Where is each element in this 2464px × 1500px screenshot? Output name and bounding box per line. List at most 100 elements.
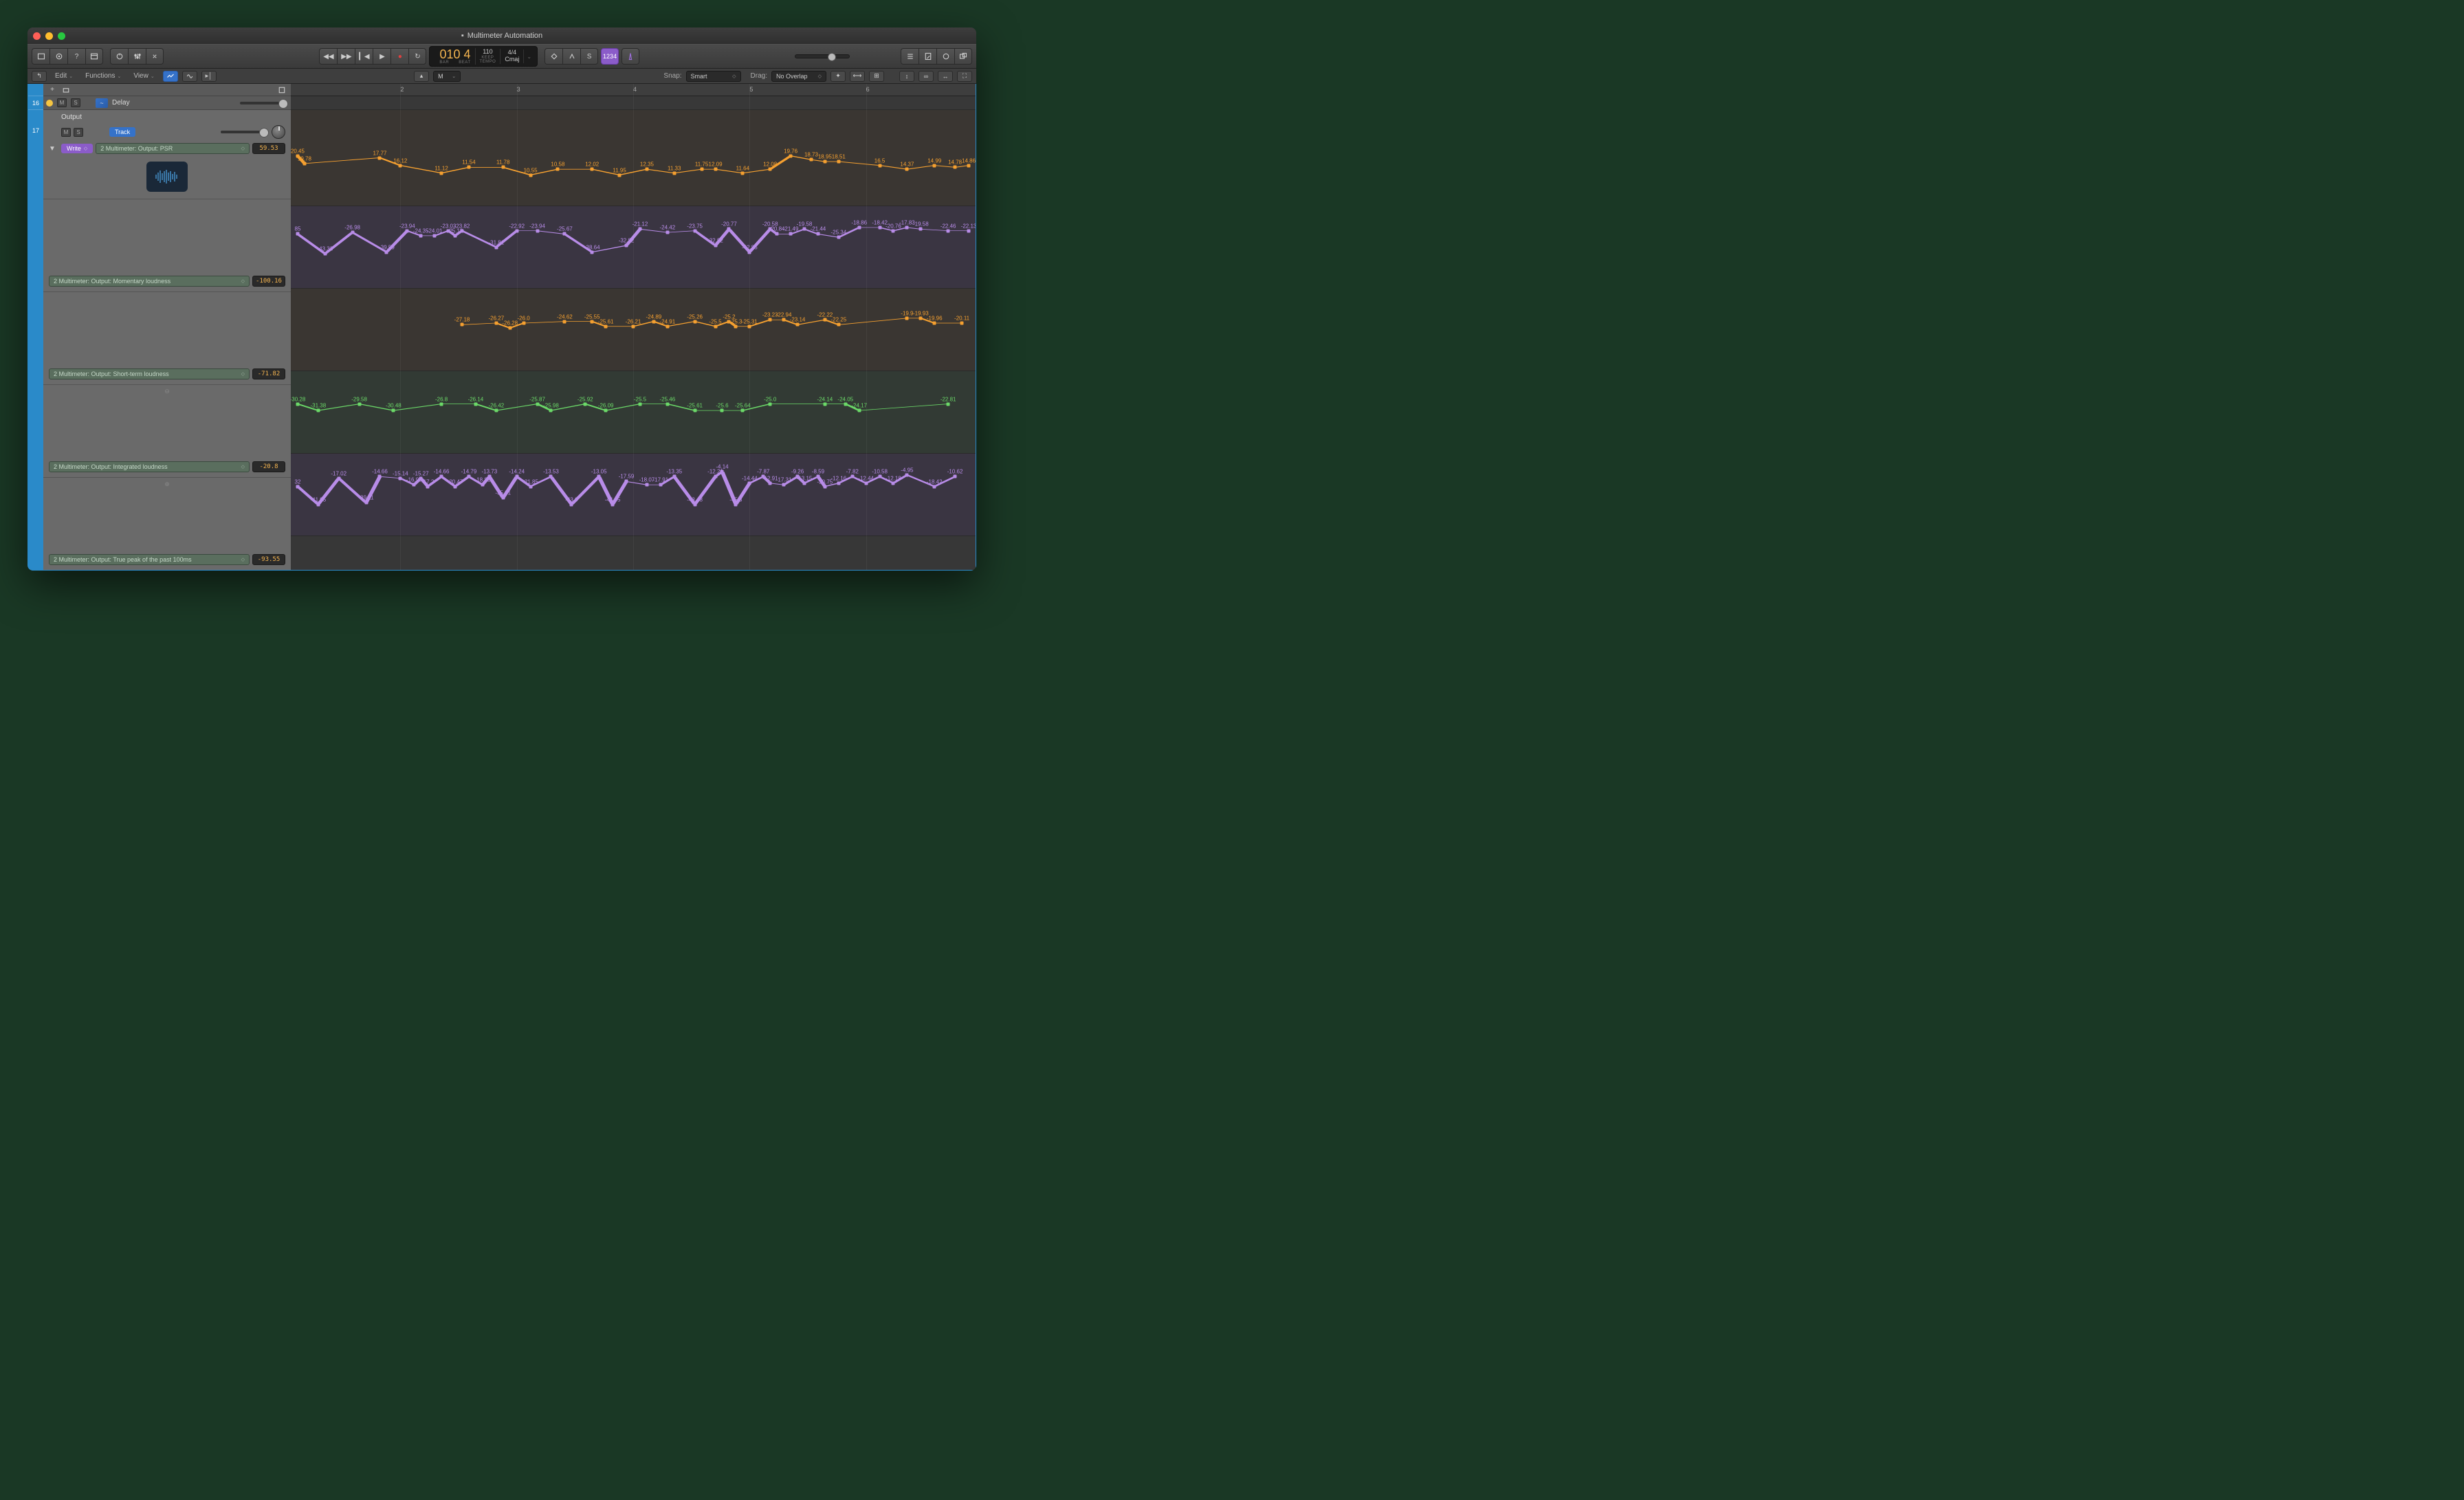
browser-button[interactable] [85,48,103,65]
automation-point[interactable] [823,485,826,488]
automation-point[interactable] [837,236,840,239]
automation-point[interactable] [892,481,895,485]
automation-point[interactable] [296,232,299,236]
count-in-button[interactable]: 1234 [601,48,619,65]
automation-point[interactable] [604,409,608,412]
automation-point[interactable] [905,225,909,229]
value-psr[interactable]: 59.53 [252,143,285,154]
automation-point[interactable] [769,168,772,171]
loops-button[interactable] [936,48,954,65]
automation-point[interactable] [549,409,553,412]
automation-point[interactable] [385,250,388,254]
replace-button[interactable] [544,48,562,65]
automation-point[interactable] [672,475,676,478]
inspector-button[interactable] [50,48,67,65]
solo-button[interactable]: S [580,48,598,65]
functions-menu[interactable]: Functions⌄ [81,71,125,81]
automation-point[interactable] [919,316,923,320]
automation-point[interactable] [693,409,696,412]
automation-point[interactable] [323,252,327,256]
cycle-button[interactable]: ↻ [408,48,426,65]
automation-point[interactable] [508,327,512,330]
pointer-tool[interactable]: ▴ [414,71,429,82]
automation-point[interactable] [638,228,641,231]
automation-point[interactable] [857,225,861,229]
automation-point[interactable] [625,244,628,247]
automation-point[interactable] [837,481,840,485]
automation-point[interactable] [570,503,573,506]
automation-point[interactable] [700,168,703,171]
automation-point[interactable] [734,503,738,506]
automation-point[interactable] [296,485,299,488]
automation-point[interactable] [809,158,813,162]
automation-point[interactable] [933,321,936,324]
automation-point[interactable] [536,229,539,232]
value-integrated[interactable]: -20.8 [252,461,285,472]
track-num-17[interactable]: 17 [28,110,43,151]
add-track-button[interactable]: + [47,85,57,95]
automation-view-button[interactable] [163,71,178,82]
track-16-header[interactable]: M S ~ Delay [43,96,291,110]
automation-point[interactable] [618,173,622,177]
automation-point[interactable] [919,228,923,231]
automation-point[interactable] [857,409,861,412]
automation-point[interactable] [378,156,382,159]
automation-point[interactable] [789,154,793,157]
automation-point[interactable] [604,324,608,328]
automation-point[interactable] [776,232,779,236]
automation-point[interactable] [563,232,566,236]
automation-point[interactable] [823,402,826,406]
flex-button[interactable] [182,71,197,82]
automation-point[interactable] [454,234,457,237]
param-select-psr[interactable]: 2 Multimeter: Output: PSR◇ [96,143,250,154]
automation-point[interactable] [720,470,724,474]
catch-icon[interactable] [61,85,71,95]
mute-button[interactable]: M [57,98,67,107]
low-latency-button[interactable] [562,48,580,65]
automation-mode-select[interactable]: Write◇ [61,144,93,153]
automation-point[interactable] [720,409,724,412]
automation-point[interactable] [591,320,594,323]
remove-lane-button[interactable]: ⊖ [46,388,288,395]
output-solo[interactable]: S [74,128,83,137]
automation-point[interactable] [406,229,409,232]
media-button[interactable] [954,48,972,65]
record-button[interactable]: ● [390,48,408,65]
snap-select[interactable]: Smart◇ [686,71,741,82]
automation-point[interactable] [693,503,696,506]
automation-point[interactable] [892,229,895,232]
automation-point[interactable] [494,321,498,324]
automation-point[interactable] [556,168,560,171]
automation-point[interactable] [837,160,840,164]
automation-point[interactable] [645,483,648,487]
automation-point[interactable] [412,483,416,487]
automation-point[interactable] [426,485,430,488]
automation-point[interactable] [960,321,964,324]
automation-point[interactable] [392,409,395,412]
vzoom-button[interactable]: ⟷ [850,71,865,82]
automation-point[interactable] [461,229,464,232]
automation-point[interactable] [440,171,443,175]
automation-point[interactable] [494,409,498,412]
automation-point[interactable] [823,160,826,164]
automation-point[interactable] [796,323,800,327]
automation-point[interactable] [454,485,457,488]
automation-point[interactable] [714,475,717,478]
automation-point[interactable] [954,475,957,478]
automation-point[interactable] [844,402,847,406]
automation-point[interactable] [461,323,464,327]
automation-point[interactable] [672,171,676,175]
automation-point[interactable] [967,164,971,167]
param-select-integrated[interactable]: 2 Multimeter: Output: Integrated loudnes… [49,461,250,472]
rewind-button[interactable]: ◀◀ [319,48,337,65]
automation-point[interactable] [714,168,717,171]
automation-point[interactable] [645,168,648,171]
view-menu[interactable]: View⌄ [129,71,158,81]
automation-point[interactable] [536,402,539,406]
automation-point[interactable] [933,164,936,167]
automation-point[interactable] [481,483,484,487]
vzoom-tool[interactable]: ↕ [899,71,914,82]
automation-point[interactable] [591,250,594,254]
drag-select[interactable]: No Overlap◇ [771,71,826,82]
zoom-fit-button[interactable]: ⊞ [869,71,884,82]
